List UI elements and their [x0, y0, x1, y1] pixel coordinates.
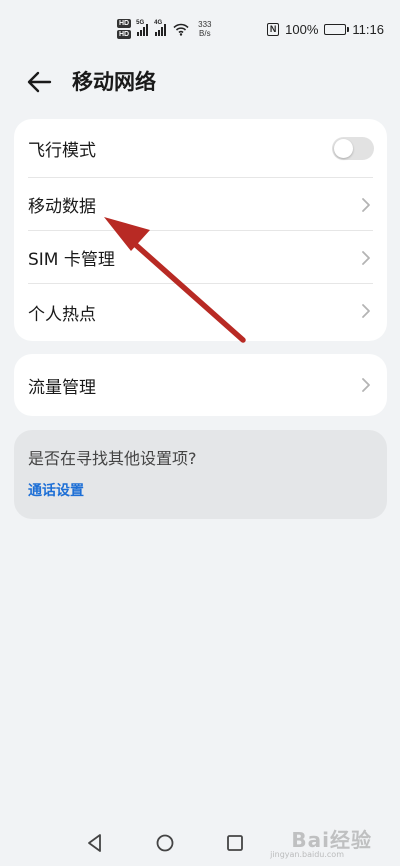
status-bar: HD HD 5G 4G 333 B/s N 100% 11:16 [0, 0, 400, 58]
sim-management-row[interactable]: SIM 卡管理 [14, 231, 387, 284]
status-right: N 100% 11:16 [267, 19, 384, 39]
network-type-label: 5G [136, 19, 145, 26]
settings-card-traffic: 流量管理 [14, 354, 387, 416]
clock: 11:16 [352, 21, 384, 37]
mobile-data-label: 移动数据 [28, 197, 96, 217]
airplane-mode-row[interactable]: 飞行模式 [14, 119, 387, 178]
back-arrow-icon[interactable] [24, 66, 56, 98]
suggestion-question: 是否在寻找其他设置项? [28, 449, 197, 468]
mobile-data-row[interactable]: 移动数据 [14, 178, 387, 231]
signal-icon: 5G [136, 19, 149, 36]
network-speed: 333 B/s [198, 20, 211, 38]
circle-home-icon[interactable] [154, 832, 176, 854]
chevron-right-icon [362, 378, 370, 392]
hd-badge: HD [117, 30, 132, 39]
data-usage-row[interactable]: 流量管理 [14, 354, 387, 416]
chevron-right-icon [362, 198, 370, 212]
wifi-icon [173, 23, 189, 36]
triangle-back-icon[interactable] [84, 832, 106, 854]
data-usage-label: 流量管理 [28, 377, 96, 398]
network-type-label: 4G [154, 19, 163, 26]
suggestion-card: 是否在寻找其他设置项? 通话设置 [14, 430, 387, 519]
personal-hotspot-row[interactable]: 个人热点 [14, 284, 387, 341]
network-speed-unit: B/s [199, 29, 211, 38]
network-speed-value: 333 [198, 20, 212, 29]
call-settings-link[interactable]: 通话设置 [28, 480, 373, 500]
sim-management-label: SIM 卡管理 [28, 250, 115, 270]
square-recents-icon[interactable] [224, 832, 246, 854]
airplane-mode-toggle[interactable] [332, 137, 374, 160]
hd-badge: HD [117, 19, 132, 28]
personal-hotspot-label: 个人热点 [28, 305, 96, 325]
nfc-icon: N [267, 22, 280, 36]
airplane-mode-label: 飞行模式 [28, 141, 96, 161]
settings-card-main: 飞行模式 移动数据 SIM 卡管理 个人热点 [14, 119, 387, 341]
chevron-right-icon [362, 304, 370, 318]
page-title: 移动网络 [72, 70, 156, 94]
battery-icon [324, 23, 350, 35]
signal-icon: 4G [154, 19, 167, 36]
battery-percent: 100% [285, 21, 319, 37]
page-header: 移动网络 [0, 62, 400, 102]
hd-indicators: HD HD [117, 19, 132, 39]
watermark-url: jingyan.baidu.com [270, 850, 344, 859]
watermark-logo: Bai经验 [291, 828, 372, 852]
chevron-right-icon [362, 251, 370, 265]
network-indicators: HD HD 5G 4G 333 B/s [117, 16, 211, 42]
